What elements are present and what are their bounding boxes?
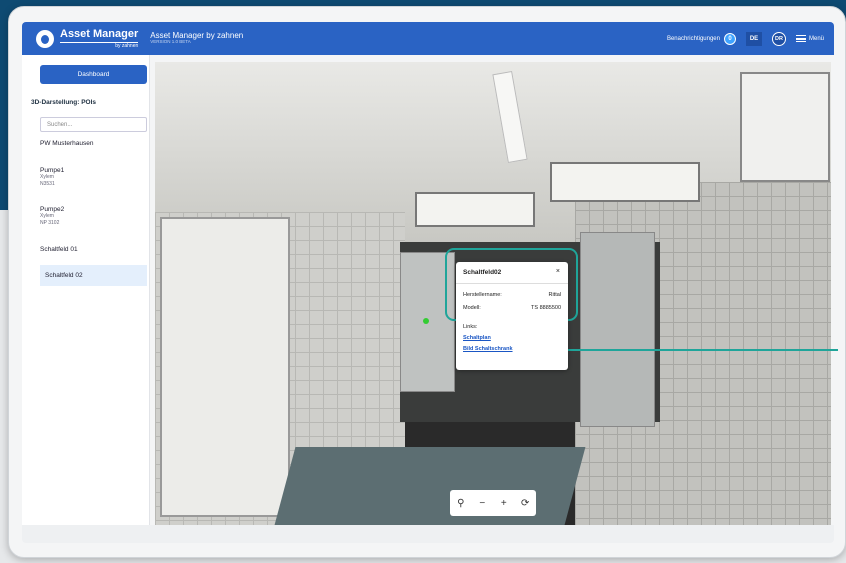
- viewer-controls: ⚲ − + ⟳: [450, 490, 536, 516]
- top-bar: Asset Manager by zahnen Asset Manager by…: [22, 22, 834, 55]
- poi-title: Pumpe2: [40, 206, 65, 213]
- popup-row-model: Modell: TS 8885500: [463, 305, 561, 311]
- language-button[interactable]: DE: [745, 31, 762, 46]
- logo[interactable]: Asset Manager by zahnen: [36, 27, 139, 49]
- popup-links: Links: Schaltplan Bild Schaltschrank: [463, 324, 513, 352]
- rotate-icon[interactable]: ⟳: [518, 498, 532, 509]
- header-right-nav: Benachrichtigungen 0 DE DR Menü: [667, 31, 824, 46]
- scene-window: [550, 162, 700, 202]
- footer-bar: [22, 525, 834, 543]
- notifications-label[interactable]: Benachrichtigungen: [667, 36, 720, 42]
- zoom-in-button[interactable]: +: [497, 498, 511, 509]
- popup-title: Schaltfeld02: [463, 269, 502, 276]
- row-label: Modell:: [463, 305, 481, 311]
- poi-item-pumpe2[interactable]: Pumpe2 Xylem NP 3102: [40, 206, 147, 226]
- scene-window: [740, 72, 830, 182]
- sidebar: Dashboard 3D-Darstellung: POIs Suchen...…: [22, 55, 150, 525]
- scene-floor-pit: [274, 447, 586, 525]
- poi-model: N3531: [40, 180, 55, 187]
- notifications-badge[interactable]: 0: [723, 32, 736, 45]
- poi-title: PW Musterhausen: [40, 140, 94, 147]
- hamburger-icon: [795, 35, 806, 42]
- pin-icon[interactable]: ⚲: [454, 498, 468, 509]
- scene-door: [160, 217, 290, 517]
- link-bild-schaltschrank[interactable]: Bild Schaltschrank: [463, 346, 513, 352]
- scene-indicator-light: [423, 318, 429, 324]
- dashboard-button[interactable]: Dashboard: [40, 65, 147, 84]
- poi-model: NP 3102: [40, 219, 60, 226]
- logo-title: Asset Manager: [60, 27, 139, 40]
- poi-title: Schaltfeld 02: [45, 272, 83, 279]
- menu-button[interactable]: Menü: [795, 35, 824, 42]
- drop-logo-icon: [36, 29, 54, 48]
- poi-item-schaltfeld-01[interactable]: Schaltfeld 01: [40, 246, 147, 253]
- menu-label: Menü: [808, 35, 824, 42]
- row-label: Herstellername:: [463, 292, 502, 298]
- popup-row-manufacturer: Herstellername: Rittal: [463, 292, 561, 298]
- avatar[interactable]: DR: [771, 31, 786, 46]
- search-input[interactable]: Suchen...: [40, 117, 147, 132]
- app-title-block: Asset Manager by zahnen VERSION 1.0 BETA: [150, 31, 243, 46]
- poi-item-pw-musterhausen[interactable]: PW Musterhausen: [40, 140, 147, 147]
- poi-info-popup: Schaltfeld02 × Herstellername: Rittal Mo…: [456, 262, 568, 370]
- links-label: Links:: [463, 324, 478, 330]
- poi-item-pumpe1[interactable]: Pumpe1 Xylem N3531: [40, 167, 147, 187]
- app-subtitle: VERSION 1.0 BETA: [150, 39, 191, 45]
- link-schaltplan[interactable]: Schaltplan: [463, 335, 513, 341]
- sidebar-heading: 3D-Darstellung: POIs: [31, 99, 97, 106]
- logo-subtitle: by zahnen: [60, 41, 139, 49]
- popup-divider: [456, 283, 568, 284]
- zoom-out-button[interactable]: −: [475, 498, 489, 509]
- scene-window: [415, 192, 535, 227]
- close-icon[interactable]: ×: [556, 268, 560, 275]
- row-value: Rittal: [548, 292, 561, 298]
- poi-title: Schaltfeld 01: [40, 246, 78, 253]
- poi-item-schaltfeld-02[interactable]: Schaltfeld 02: [40, 265, 147, 286]
- callout-line: [538, 318, 838, 351]
- row-value: TS 8885500: [531, 305, 561, 311]
- poi-title: Pumpe1: [40, 167, 65, 174]
